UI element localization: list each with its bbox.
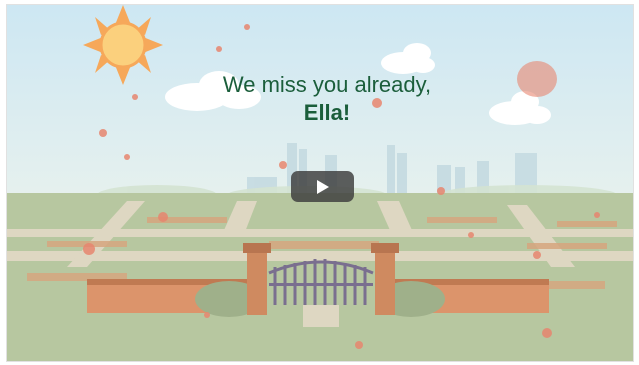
- play-icon: [317, 180, 329, 194]
- video-player[interactable]: We miss you already, Ella!: [6, 4, 634, 362]
- farewell-message-line: We miss you already,: [222, 72, 432, 97]
- farewell-message: We miss you already, Ella!: [7, 71, 633, 127]
- play-button[interactable]: [291, 171, 354, 202]
- recipient-name: Ella!: [303, 100, 351, 125]
